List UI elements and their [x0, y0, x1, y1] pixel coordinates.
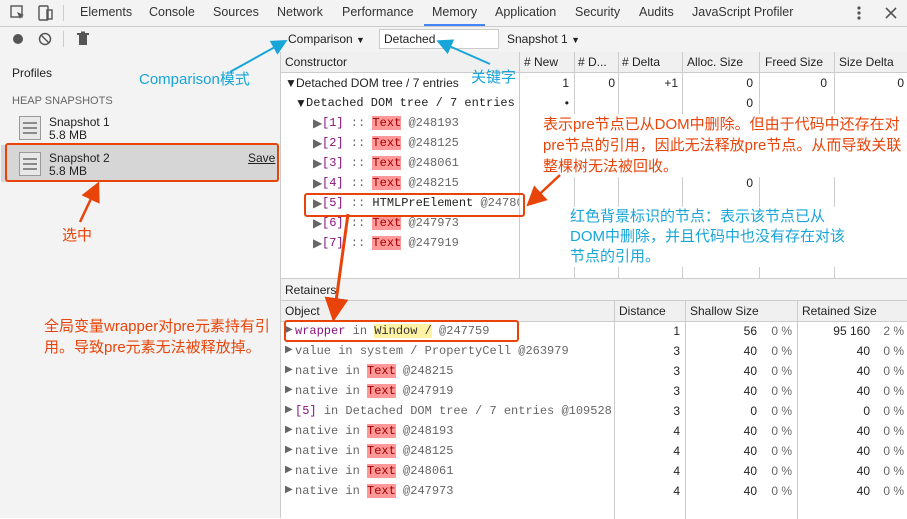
arrow-pre-removed — [526, 174, 561, 207]
arrow-keyword — [436, 39, 491, 65]
arrow-comparison — [229, 40, 288, 73]
arrow-selected — [78, 181, 100, 223]
annotation-arrows — [78, 39, 561, 322]
arrow-pre-to-wrapper — [324, 213, 350, 322]
